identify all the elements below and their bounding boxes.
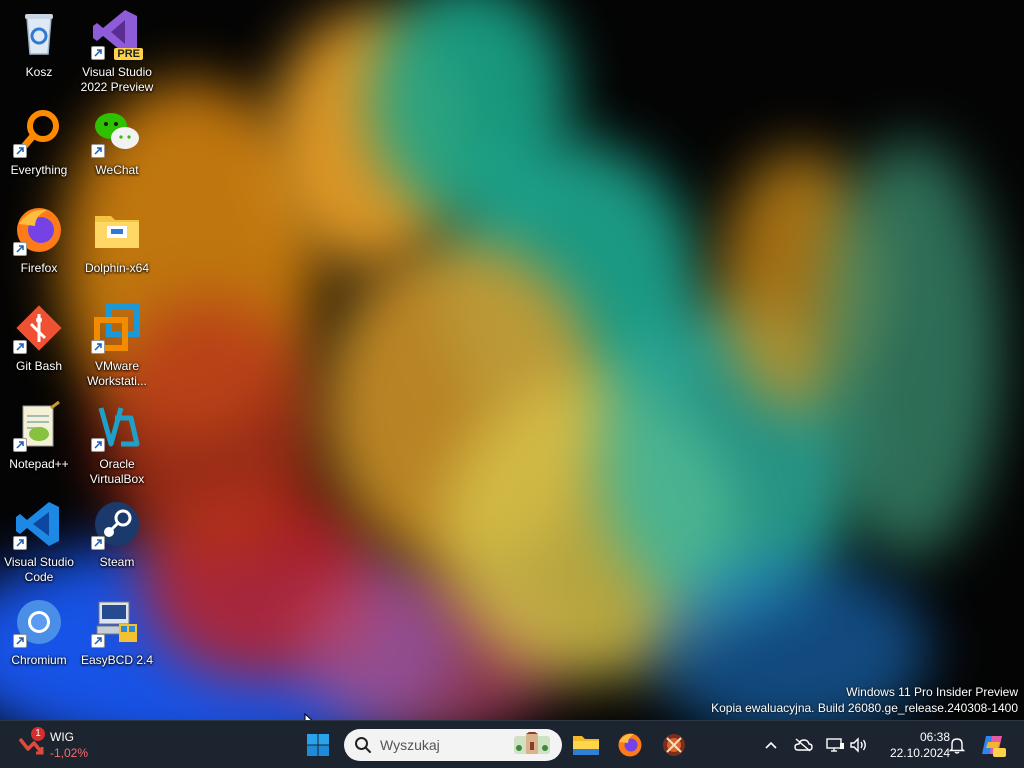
clock-date: 22.10.2024 bbox=[889, 746, 950, 760]
network-tray-button[interactable] bbox=[822, 721, 848, 768]
vscode-icon bbox=[13, 498, 65, 550]
desktop-icon-firefox[interactable]: Firefox bbox=[0, 200, 78, 292]
git-icon bbox=[13, 302, 65, 354]
volume-tray-button[interactable] bbox=[846, 721, 872, 768]
preview-badge: PRE bbox=[114, 48, 143, 60]
taskbar-firefox[interactable] bbox=[610, 725, 650, 765]
notepad-plus-plus-icon bbox=[13, 400, 65, 452]
desktop-icon-label: Visual Studio Code bbox=[4, 555, 74, 584]
shortcut-arrow-icon bbox=[91, 536, 105, 550]
desktop-icon-steam[interactable]: Steam bbox=[78, 494, 156, 586]
copilot-icon bbox=[982, 736, 1006, 757]
copilot-button[interactable] bbox=[976, 721, 1010, 768]
desktop-icon-visual-studio[interactable]: PRE Visual Studio 2022 Preview bbox=[78, 4, 156, 96]
cloud-offline-icon bbox=[794, 738, 813, 752]
desktop-icon-label: Visual Studio 2022 Preview bbox=[80, 65, 154, 94]
watermark-edition: Windows 11 Pro Insider Preview bbox=[846, 685, 1018, 699]
file-explorer-icon bbox=[573, 736, 599, 755]
firefox-icon bbox=[13, 204, 65, 256]
desktop-icon-vscode[interactable]: Visual Studio Code bbox=[0, 494, 78, 586]
desktop-icon-label: Chromium bbox=[11, 653, 67, 667]
vmware-icon bbox=[91, 302, 143, 354]
chevron-up-icon bbox=[765, 741, 777, 749]
shortcut-arrow-icon bbox=[91, 340, 105, 354]
start-button[interactable] bbox=[298, 725, 338, 765]
shortcut-arrow-icon bbox=[13, 340, 27, 354]
speaker-icon bbox=[850, 737, 866, 753]
desktop-icon-label: Steam bbox=[99, 555, 135, 569]
desktop-icon-chromium[interactable]: Chromium bbox=[0, 592, 78, 684]
app-icon bbox=[663, 734, 685, 756]
shortcut-arrow-icon bbox=[91, 438, 105, 452]
desktop-icon-label: Oracle VirtualBox bbox=[89, 457, 145, 486]
shortcut-arrow-icon bbox=[13, 634, 27, 648]
desktop-icon-label: VMware Workstati... bbox=[87, 359, 147, 388]
network-ethernet-icon bbox=[826, 738, 844, 752]
desktop-icon-kosz[interactable]: Kosz bbox=[0, 4, 78, 96]
desktop-icon-git-bash[interactable]: Git Bash bbox=[0, 298, 78, 390]
notifications-button[interactable] bbox=[944, 721, 970, 768]
desktop-icon-label: WeChat bbox=[95, 163, 139, 177]
desktop-icon-vmware[interactable]: VMware Workstati... bbox=[78, 298, 156, 390]
bell-icon bbox=[949, 738, 965, 754]
windows-logo-icon bbox=[307, 734, 329, 756]
watermark-build: Kopia ewaluacyjna. Build 26080.ge_releas… bbox=[711, 701, 1018, 715]
clock-time: 06:38 bbox=[919, 730, 950, 744]
desktop-icon-label: Git Bash bbox=[15, 359, 63, 373]
desktop-icon-label: Firefox bbox=[20, 261, 58, 275]
desktop-icon-label: Kosz bbox=[25, 65, 53, 79]
shortcut-arrow-icon bbox=[13, 536, 27, 550]
shortcut-arrow-icon bbox=[13, 144, 27, 158]
onedrive-tray-button[interactable] bbox=[790, 721, 816, 768]
taskbar-file-explorer[interactable] bbox=[566, 725, 606, 765]
desktop-icon-label: EasyBCD 2.4 bbox=[80, 653, 154, 667]
desktop-icon-wechat[interactable]: WeChat bbox=[78, 102, 156, 194]
desktop-icon-label: Dolphin-x64 bbox=[84, 261, 150, 275]
widget-stock-wig[interactable]: 1 WIG -1,02% bbox=[16, 727, 106, 763]
chromium-icon bbox=[13, 596, 65, 648]
everything-search-icon bbox=[13, 106, 65, 158]
desktop-icon-easybcd[interactable]: EasyBCD 2.4 bbox=[78, 592, 156, 684]
steam-icon bbox=[91, 498, 143, 550]
desktop-icon-everything[interactable]: Everything bbox=[0, 102, 78, 194]
wechat-icon bbox=[91, 106, 143, 158]
desktop-icon-dolphin[interactable]: Dolphin-x64 bbox=[78, 200, 156, 292]
shortcut-arrow-icon bbox=[13, 242, 27, 256]
taskbar: 1 WIG -1,02% Wyszukaj 06:38 22.10.2024 bbox=[0, 720, 1024, 768]
recycle-bin-icon bbox=[13, 8, 65, 60]
search-input[interactable] bbox=[380, 737, 510, 753]
search-highlight-icon bbox=[514, 732, 550, 754]
taskbar-clock[interactable]: 06:38 22.10.2024 bbox=[874, 729, 950, 761]
desktop-icon-label: Notepad++ bbox=[9, 457, 69, 471]
evaluation-watermark: Windows 11 Pro Insider Preview Kopia ewa… bbox=[711, 684, 1018, 716]
shortcut-arrow-icon bbox=[13, 438, 27, 452]
folder-icon bbox=[91, 204, 143, 256]
firefox-icon bbox=[618, 733, 642, 757]
shortcut-arrow-icon bbox=[91, 634, 105, 648]
shortcut-arrow-icon bbox=[91, 46, 105, 60]
notification-badge: 1 bbox=[31, 727, 45, 741]
widget-value: -1,02% bbox=[50, 746, 89, 760]
taskbar-app[interactable] bbox=[654, 725, 694, 765]
widget-title: WIG bbox=[50, 730, 74, 744]
shortcut-arrow-icon bbox=[91, 144, 105, 158]
show-hidden-icons-button[interactable] bbox=[758, 721, 784, 768]
taskbar-search-box[interactable] bbox=[344, 729, 562, 761]
visual-studio-icon: PRE bbox=[91, 8, 143, 60]
desktop-icon-notepad-plus-plus[interactable]: Notepad++ bbox=[0, 396, 78, 488]
search-icon bbox=[355, 737, 371, 753]
desktop-icon-label: Everything bbox=[10, 163, 68, 177]
virtualbox-icon bbox=[91, 400, 143, 452]
easybcd-icon bbox=[91, 596, 143, 648]
desktop-icon-virtualbox[interactable]: Oracle VirtualBox bbox=[78, 396, 156, 488]
